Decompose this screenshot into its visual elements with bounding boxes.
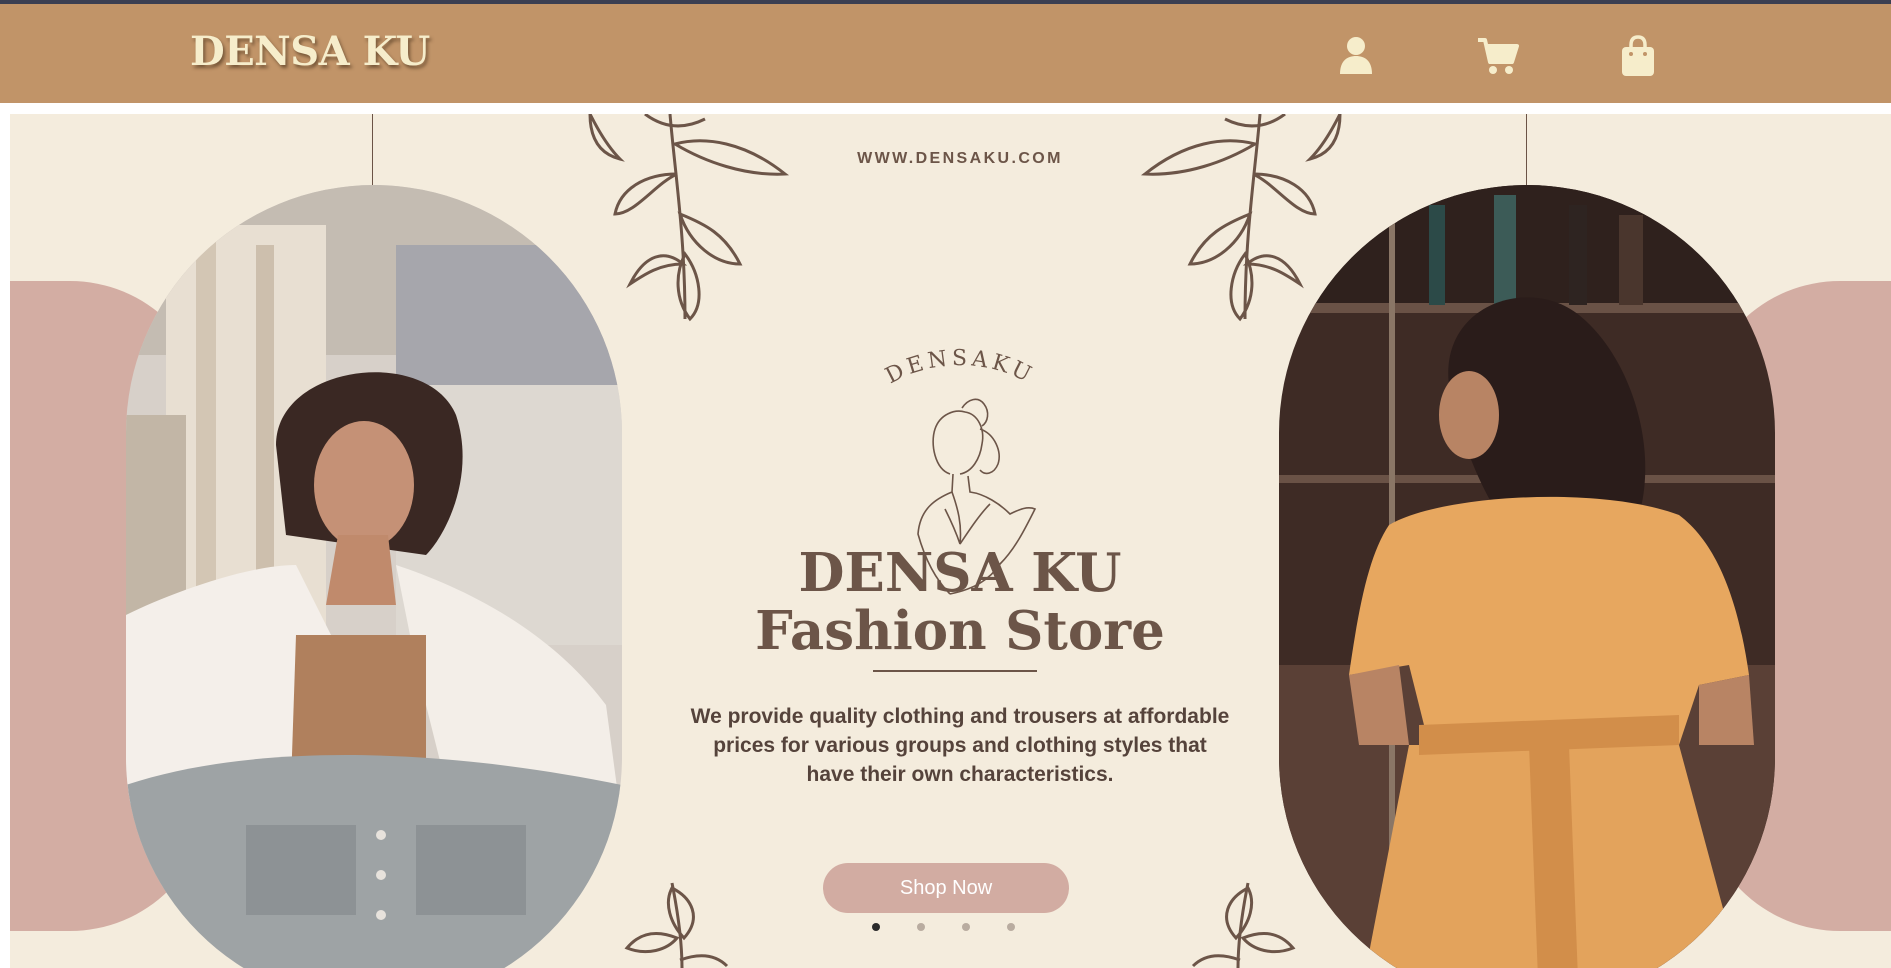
brand-logo[interactable]: DENSA KU	[190, 28, 430, 75]
navbar: DENSA KU	[0, 4, 1891, 103]
carousel-dot-1[interactable]	[872, 923, 880, 931]
website-url[interactable]: WWW.DENSAKU.COM	[650, 150, 1270, 168]
shop-now-button[interactable]: Shop Now	[823, 863, 1069, 913]
hero-content: WWW.DENSAKU.COM DENSAKU DENSA KU Fashion…	[650, 114, 1270, 968]
carousel-dot-3[interactable]	[962, 923, 970, 931]
cart-icon[interactable]	[1476, 34, 1520, 78]
carousel-dot-2[interactable]	[917, 923, 925, 931]
hero-banner: WWW.DENSAKU.COM DENSAKU DENSA KU Fashion…	[10, 114, 1891, 968]
carousel-dots	[872, 923, 1032, 933]
user-icon[interactable]	[1336, 34, 1376, 78]
carousel-dot-4[interactable]	[1007, 923, 1015, 931]
left-hanging-line	[372, 114, 373, 188]
hero-title-line1: DENSA KU	[798, 542, 1122, 604]
title-divider	[873, 670, 1037, 672]
hero-description: We provide quality clothing and trousers…	[690, 705, 1230, 786]
emblem-text: DENSAKU	[881, 346, 1038, 389]
hero-title: DENSA KU Fashion Store	[650, 544, 1270, 660]
right-hanging-line	[1526, 114, 1527, 188]
hero-title-line2: Fashion Store	[755, 600, 1165, 662]
shopping-bag-icon[interactable]	[1620, 34, 1656, 78]
left-model-photo	[126, 185, 622, 968]
